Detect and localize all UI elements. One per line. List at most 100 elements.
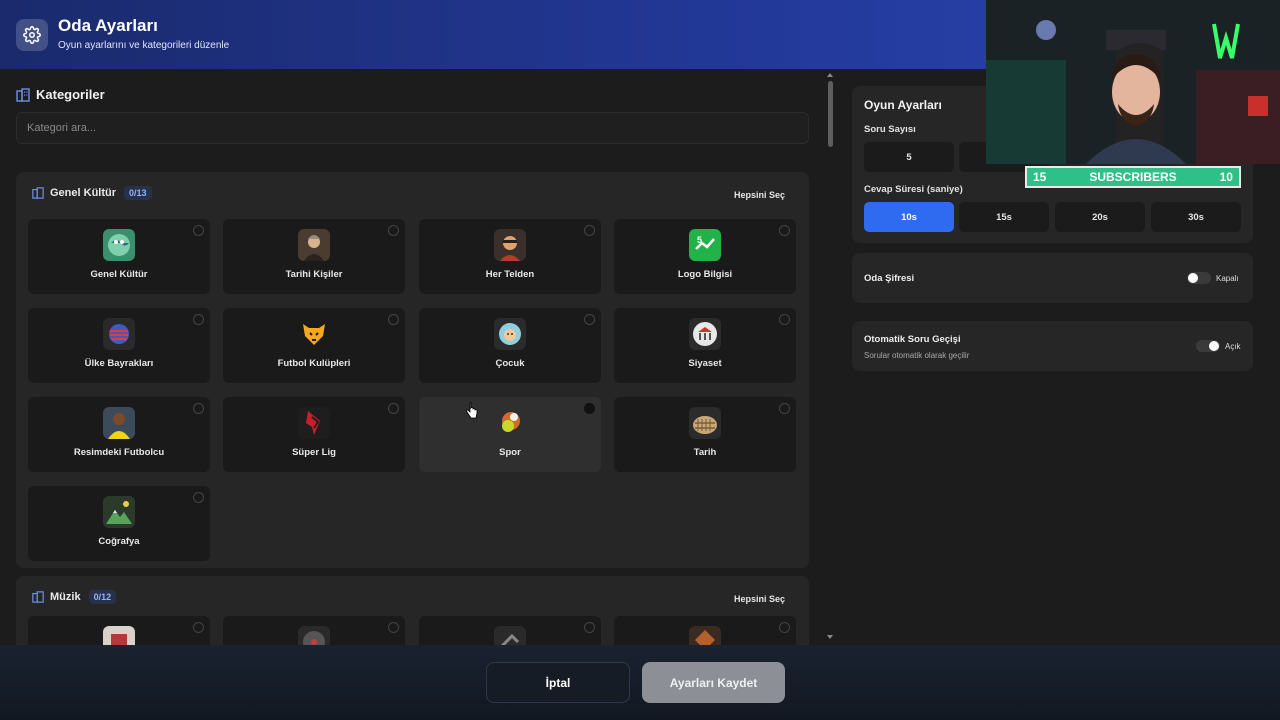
category-card-spor[interactable]: Spor: [419, 397, 601, 472]
room-settings-screen: Oda Ayarları Oyun ayarlarını ve kategori…: [0, 0, 1280, 720]
save-settings-button[interactable]: Ayarları Kaydet: [642, 662, 785, 703]
question-count-label: Soru Sayısı: [864, 124, 916, 135]
answer-time-option[interactable]: 20s: [1055, 202, 1145, 232]
select-radio[interactable]: [388, 225, 399, 236]
category-label: Her Telden: [485, 269, 535, 280]
category-label: Çocuk: [495, 358, 525, 369]
category-card-logo-bilgisi[interactable]: 5 Logo Bilgisi: [614, 219, 796, 294]
logo-icon: 5: [689, 229, 721, 261]
child-icon: [494, 318, 526, 350]
building-icon: [32, 187, 44, 199]
scrollbar-thumb[interactable]: [828, 81, 833, 147]
category-label: Futbol Kulüpleri: [277, 358, 351, 369]
select-radio[interactable]: [584, 403, 595, 414]
category-card-cografya[interactable]: Coğrafya: [28, 486, 210, 561]
webcam-feed-image: [986, 0, 1280, 164]
league-logo-icon: [298, 407, 330, 439]
auto-next-state: Açık: [1225, 342, 1241, 351]
subscriber-left-count: 15: [1033, 170, 1047, 184]
footer-bar: [0, 645, 1280, 720]
room-password-label: Oda Şifresi: [864, 273, 915, 284]
category-label: Ülke Bayrakları: [84, 358, 154, 369]
category-card-tarih[interactable]: Tarih: [614, 397, 796, 472]
category-card-siyaset[interactable]: Siyaset: [614, 308, 796, 383]
scrollbar-track[interactable]: [826, 73, 834, 641]
footballer-icon: [103, 407, 135, 439]
select-radio[interactable]: [584, 225, 595, 236]
colosseum-icon: [689, 407, 721, 439]
select-radio[interactable]: [779, 314, 790, 325]
select-radio[interactable]: [584, 314, 595, 325]
room-password-toggle[interactable]: [1187, 272, 1211, 284]
select-radio[interactable]: [779, 225, 790, 236]
category-label: Siyaset: [688, 358, 722, 369]
answer-time-option[interactable]: 30s: [1151, 202, 1241, 232]
room-password-state: Kapalı: [1216, 274, 1239, 283]
category-card-resimdeki-futbolcu[interactable]: Resimdeki Futbolcu: [28, 397, 210, 472]
question-count-option[interactable]: 5: [864, 142, 954, 172]
category-card-her-telden[interactable]: Her Telden: [419, 219, 601, 294]
select-radio[interactable]: [388, 314, 399, 325]
category-label: Tarihi Kişiler: [285, 269, 343, 280]
select-radio[interactable]: [193, 225, 204, 236]
category-label: Logo Bilgisi: [677, 269, 733, 280]
historical-person-icon: [298, 229, 330, 261]
music-cover-icon: [298, 626, 330, 645]
categories-title: Kategoriler: [36, 87, 105, 102]
category-card-ulke-bayraklari[interactable]: Ülke Bayrakları: [28, 308, 210, 383]
auto-next-description: Sorular otomatik olarak geçilir: [864, 351, 970, 360]
category-group-muzik: Müzik 0/12 Hepsini Seç: [16, 576, 809, 645]
page-subtitle: Oyun ayarlarını ve kategorileri düzenle: [58, 40, 230, 51]
category-label: Süper Lig: [292, 447, 336, 458]
group-heading: Genel Kültür 0/13: [32, 186, 152, 200]
category-card-futbol-kulupleri[interactable]: Futbol Kulüpleri: [223, 308, 405, 383]
select-radio[interactable]: [388, 622, 399, 633]
category-card-music-4[interactable]: [614, 616, 796, 645]
category-card-music-1[interactable]: [28, 616, 210, 645]
scroll-up-arrow-icon[interactable]: [826, 72, 834, 78]
select-radio[interactable]: [193, 492, 204, 503]
select-radio[interactable]: [779, 403, 790, 414]
parliament-icon: [689, 318, 721, 350]
subscriber-banner: 15 SUBSCRIBERS 10: [1025, 166, 1241, 188]
hand-cursor-icon: [466, 402, 478, 419]
select-radio[interactable]: [193, 622, 204, 633]
group-name: Müzik: [50, 591, 81, 603]
category-label: Resimdeki Futbolcu: [73, 447, 165, 458]
answer-time-option[interactable]: 15s: [959, 202, 1049, 232]
category-card-music-3[interactable]: [419, 616, 601, 645]
game-settings-title: Oyun Ayarları: [864, 98, 942, 112]
mountain-icon: [103, 496, 135, 528]
category-card-genel-kultur[interactable]: Genel Kültür: [28, 219, 210, 294]
group-count-badge: 0/12: [88, 590, 117, 604]
music-cover-icon: [494, 626, 526, 645]
category-card-tarihi-kisiler[interactable]: Tarihi Kişiler: [223, 219, 405, 294]
subscriber-right-count: 10: [1219, 170, 1233, 184]
svg-text:5: 5: [697, 235, 702, 245]
music-cover-icon: [103, 626, 135, 645]
select-radio[interactable]: [193, 314, 204, 325]
select-all-button[interactable]: Hepsini Seç: [734, 594, 785, 604]
room-password-card: Oda Şifresi Kapalı: [852, 253, 1253, 303]
answer-time-option-selected[interactable]: 10s: [864, 202, 954, 232]
settings-gear-icon: [16, 19, 48, 51]
auto-next-label: Otomatik Soru Geçişi: [864, 334, 961, 345]
scroll-down-arrow-icon[interactable]: [826, 634, 834, 640]
answer-time-label: Cevap Süresi (saniye): [864, 184, 963, 195]
select-radio[interactable]: [193, 403, 204, 414]
globe-icon: [103, 229, 135, 261]
building-icon: [32, 591, 44, 603]
auto-next-toggle[interactable]: [1196, 340, 1220, 352]
select-all-button[interactable]: Hepsini Seç: [734, 190, 785, 200]
category-card-super-lig[interactable]: Süper Lig: [223, 397, 405, 472]
music-cover-icon: [689, 626, 721, 645]
select-radio[interactable]: [779, 622, 790, 633]
category-label: Coğrafya: [98, 536, 140, 547]
group-heading: Müzik 0/12: [32, 590, 117, 604]
category-card-music-2[interactable]: [223, 616, 405, 645]
select-radio[interactable]: [584, 622, 595, 633]
cancel-button[interactable]: İptal: [486, 662, 630, 703]
select-radio[interactable]: [388, 403, 399, 414]
category-card-cocuk[interactable]: Çocuk: [419, 308, 601, 383]
category-search-input[interactable]: [16, 112, 809, 144]
